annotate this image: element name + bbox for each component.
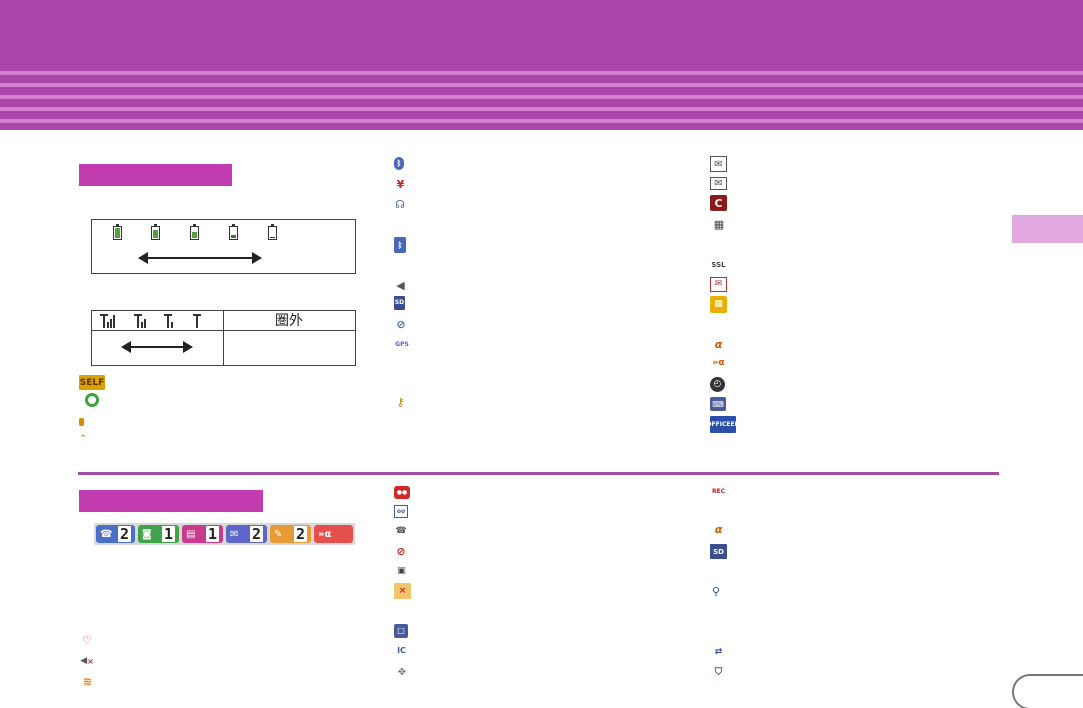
- keyboard-icon: ⌨: [710, 397, 726, 411]
- chevron-up-icon: ⌃: [79, 433, 87, 444]
- mail-chip: ✉ 2: [226, 525, 267, 543]
- message-chip: ✎ 2: [270, 525, 311, 543]
- usb-icon: ⚲: [711, 584, 721, 598]
- header-stripe: [0, 119, 1083, 123]
- i-channel-chip: »α: [314, 525, 353, 543]
- mail-icon: ✉: [230, 528, 239, 540]
- speaker-icon: ◀: [396, 279, 405, 292]
- battery-range-arrow: [138, 252, 262, 264]
- square-icon: □: [394, 624, 408, 638]
- sms-count: 1: [205, 525, 219, 543]
- signal-weak-icon: [164, 314, 180, 328]
- notification-strip: ☎ 2 ◙ 1 ▤ 1 ✉ 2 ✎ 2 »α: [94, 523, 355, 545]
- section-divider: [78, 472, 999, 475]
- no-wireless-icon: ⊘: [396, 544, 406, 558]
- shield-x-icon: ⛉: [714, 667, 723, 678]
- header-stripe: [0, 107, 1083, 111]
- battery-full-icon: [113, 224, 122, 240]
- signal-none-icon: [193, 314, 209, 328]
- signal-range-arrow: [121, 341, 193, 353]
- signal-medium-icon: [134, 314, 150, 328]
- bluetooth-transfer-icon: ᛒ: [394, 237, 406, 253]
- battery-high-icon: [151, 224, 160, 240]
- c-mail-icon: C: [710, 195, 727, 211]
- bluetooth-headset-icon: ☊: [395, 197, 405, 211]
- chapter-tab[interactable]: [1012, 215, 1083, 243]
- key-icon: ⚷: [396, 396, 405, 409]
- sd-card-icon: SD: [394, 296, 405, 310]
- out-of-service-label: 圏外: [275, 313, 303, 329]
- yen-icon: ¥: [396, 178, 405, 191]
- sms-chip: ▤ 1: [182, 525, 223, 543]
- contact-off-icon: ▣: [397, 565, 406, 576]
- i-channel-receiving-icon: »α: [712, 358, 725, 368]
- car-icon: ●●: [394, 486, 410, 499]
- ssl-off-icon: SSL: [711, 260, 726, 269]
- battery-empty-icon: [268, 224, 277, 240]
- dpad-icon: ✥: [397, 666, 407, 678]
- phone-lock-off-icon: ☎: [395, 526, 407, 536]
- sms-icon: ▤: [186, 528, 196, 540]
- mail-notify-icon: ✉: [710, 156, 727, 172]
- ic-off-icon: IC: [397, 646, 406, 655]
- office-ed-icon: OFFICEED: [710, 416, 736, 433]
- grid-x-icon: ×: [394, 583, 411, 599]
- vibrate-icon: ≋: [82, 675, 93, 688]
- header-stripe: [0, 71, 1083, 75]
- message-count: 2: [293, 525, 307, 543]
- mail-count: 2: [249, 525, 263, 543]
- voicemail-count: 1: [161, 525, 175, 543]
- speaker-mute-icon: ◀ ×: [80, 656, 94, 666]
- calendar-icon: ▦: [710, 296, 727, 313]
- missed-call-count: 2: [117, 525, 131, 543]
- message-icon: ✎: [274, 528, 283, 540]
- no-gps-icon: ⊘: [396, 317, 406, 331]
- section-heading-bar-notifications: [79, 490, 263, 512]
- i-channel-icon: »α: [318, 528, 332, 540]
- sd-icon: SD: [710, 544, 727, 559]
- clock-icon: ◴: [710, 377, 725, 392]
- missed-call-chip: ☎ 2: [96, 525, 135, 543]
- drive-icon: oo: [394, 505, 408, 518]
- sms-mail-icon: ▦: [713, 218, 725, 231]
- section-heading-bar-status: [79, 164, 232, 186]
- mail-auto-icon: ✉: [710, 277, 727, 292]
- header-stripe: [0, 95, 1083, 99]
- transfer-icon: ⇄: [714, 647, 723, 657]
- rec-icon: REC: [711, 487, 726, 495]
- header-band: [0, 0, 1083, 130]
- page-number-oval: [1012, 674, 1083, 708]
- battery-low-icon: [229, 224, 238, 240]
- signal-strong-icon: [100, 314, 116, 328]
- voicemail-chip: ◙ 1: [138, 525, 179, 543]
- signal-levels-box: 圏外: [91, 310, 356, 366]
- missed-call-icon: ☎: [100, 528, 113, 540]
- self-mode-icon: SELF: [79, 375, 105, 390]
- small-orange-icon: [79, 418, 84, 426]
- voicemail-icon: ◙: [142, 528, 152, 540]
- mail-icon: ✉: [710, 177, 727, 190]
- sync-icon: [85, 393, 99, 407]
- bluetooth-icon: ᛒ: [394, 157, 404, 170]
- battery-mid-icon: [190, 224, 199, 240]
- battery-levels-box: [91, 219, 356, 274]
- header-stripe: [0, 83, 1083, 87]
- heart-icon: ♡: [82, 633, 92, 647]
- i-channel-off-icon: α: [714, 523, 723, 536]
- gps-icon: GPS: [395, 341, 409, 348]
- i-channel-icon: α: [714, 338, 723, 351]
